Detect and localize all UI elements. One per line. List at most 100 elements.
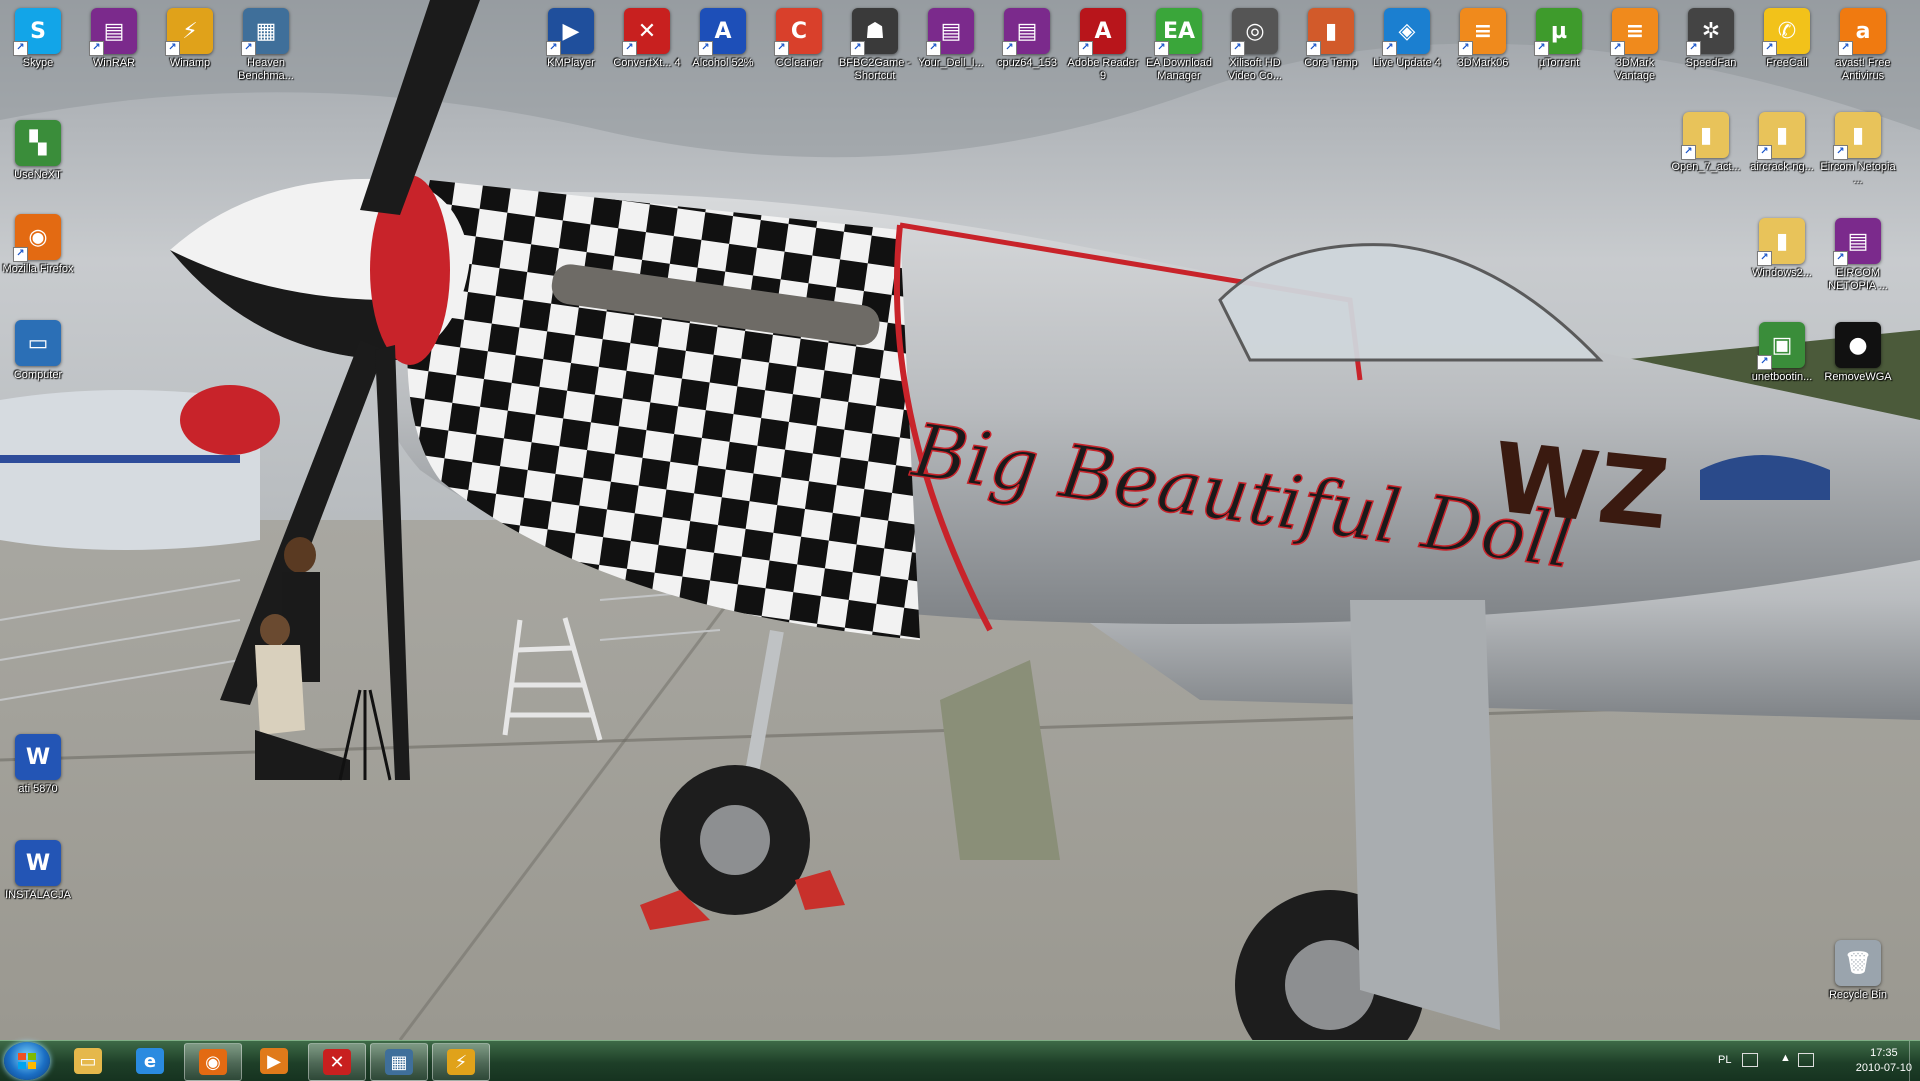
desktop-icon-open-7-act[interactable]: ▮ ↗ Open_7_act... [1668, 112, 1744, 174]
shortcut-arrow-icon: ↗ [1382, 41, 1397, 56]
shortcut-arrow-icon: ↗ [165, 41, 180, 56]
internet-explorer-icon: e [136, 1048, 164, 1074]
language-indicator[interactable]: PL [1718, 1054, 1731, 1066]
winamp-icon: ⚡ ↗ [165, 8, 213, 56]
desktop-icon-avast-free-antivirus[interactable]: a ↗ avast! Free Antivirus [1825, 8, 1901, 83]
shortcut-arrow-icon: ↗ [1534, 41, 1549, 56]
desktop-icon-torrent[interactable]: µ ↗ µTorrent [1521, 8, 1597, 70]
clock[interactable]: 17:35 2010-07-10 [1856, 1046, 1912, 1076]
desktop-icon-eircom-netopia[interactable]: ▮ ↗ Eircom Netopia ... [1820, 112, 1896, 187]
shortcut-arrow-icon: ↗ [1681, 145, 1696, 160]
desktop-icon-label: Recycle Bin [1828, 989, 1888, 1001]
3dmark-vantage-icon: ≡ ↗ [1610, 8, 1658, 56]
network-icon[interactable] [1798, 1053, 1814, 1067]
desktop-icon-label: WinRAR [92, 57, 136, 69]
desktop-icon-3dmark-vantage[interactable]: ≡ ↗ 3DMark Vantage [1597, 8, 1673, 83]
desktop-icon-core-temp[interactable]: ▮ ↗ Core Temp [1293, 8, 1369, 70]
shortcut-arrow-icon: ↗ [1757, 145, 1772, 160]
desktop-icon-label: CCleaner [775, 57, 823, 69]
desktop-icon-heaven-benchma[interactable]: ▦ ↗ Heaven Benchma... [228, 8, 304, 83]
desktop-icon-ati-5870[interactable]: Wati 5870 [0, 734, 76, 796]
desktop-icon-instalacja[interactable]: W INSTALACJA [0, 840, 76, 902]
desktop-icon-computer[interactable]: ▭ Computer [0, 320, 76, 382]
torrent-icon: µ ↗ [1534, 8, 1582, 56]
shortcut-arrow-icon: ↗ [1762, 41, 1777, 56]
fuselage-code: WZ [1488, 421, 1674, 551]
desktop-icon-3dmark06[interactable]: ≡ ↗ 3DMark06 [1445, 8, 1521, 70]
show-desktop-button[interactable] [1909, 1041, 1920, 1081]
computer-icon: ▭ [15, 320, 61, 366]
start-button[interactable] [4, 1042, 50, 1080]
clock-date: 2010-07-10 [1855, 1062, 1912, 1074]
ati-5870-icon: W [15, 734, 61, 780]
desktop-icon-label: Heaven Benchma... [238, 57, 294, 82]
desktop-icon-aircrack-ng[interactable]: ▮ ↗ aircrack-ng... [1744, 112, 1820, 174]
show-hidden-icons-chevron-up-icon[interactable]: ▲ [1780, 1052, 1791, 1064]
desktop-icon-speedfan[interactable]: ✲ ↗ SpeedFan [1673, 8, 1749, 70]
shortcut-arrow-icon: ↗ [1757, 251, 1772, 266]
desktop-icon-label: BFBC2Game - Shortcut [838, 57, 912, 82]
desktop-wallpaper: Big Beautiful Doll WZ [0, 0, 1920, 1040]
speedfan-icon: ✲ ↗ [1686, 8, 1734, 56]
3dmark06-icon: ≡ ↗ [1458, 8, 1506, 56]
adobe-reader-9-icon: A ↗ [1078, 8, 1126, 56]
shortcut-arrow-icon: ↗ [1833, 251, 1848, 266]
taskbar-button-convertxtodvd[interactable]: ✕ [308, 1043, 366, 1081]
desktop-icon-xilisoft-hd-video-co[interactable]: ◎ ↗ Xilisoft HD Video Co... [1217, 8, 1293, 83]
taskbar-button-media-player[interactable]: ▶ [246, 1043, 302, 1079]
shortcut-arrow-icon: ↗ [1610, 41, 1625, 56]
keyboard-icon[interactable] [1742, 1053, 1758, 1067]
taskbar-button-explorer[interactable]: ▭ [60, 1043, 116, 1079]
desktop-icon-label: FreeCall [1766, 57, 1808, 69]
desktop-icon-unetbootin[interactable]: ▣ ↗ unetbootin... [1744, 322, 1820, 384]
desktop-icon-label: Computer [13, 369, 63, 381]
windows2-icon: ▮ ↗ [1757, 218, 1805, 266]
shortcut-arrow-icon: ↗ [89, 41, 104, 56]
shortcut-arrow-icon: ↗ [1838, 41, 1853, 56]
unetbootin-icon: ▣ ↗ [1757, 322, 1805, 370]
desktop-icon-live-update-4[interactable]: ◈ ↗ Live Update 4 [1369, 8, 1445, 70]
shortcut-arrow-icon: ↗ [1002, 41, 1017, 56]
desktop-icon-convertxt-4[interactable]: ✕ ↗ ConvertXt... 4 [609, 8, 685, 70]
heaven-benchma-icon: ▦ ↗ [241, 8, 289, 56]
desktop-icon-label: RemoveWGA [1824, 371, 1892, 383]
desktop-icon-label: INSTALACJA [5, 889, 71, 901]
desktop-icon-recycle-bin[interactable]: 🗑 Recycle Bin [1820, 940, 1896, 1002]
desktop-icon-adobe-reader-9[interactable]: A ↗ Adobe Reader 9 [1065, 8, 1141, 83]
desktop-icon-label: Winamp [169, 57, 211, 69]
desktop-icon-windows2[interactable]: ▮ ↗ Windows2... [1744, 218, 1820, 280]
desktop-icon-label: Alcohol 52% [692, 57, 754, 69]
desktop-icon-freecall[interactable]: ✆ ↗ FreeCall [1749, 8, 1825, 70]
media-player-icon: ▶ [260, 1048, 288, 1074]
desktop-icon-label: Windows2... [1752, 267, 1812, 279]
desktop-icon-alcohol-52[interactable]: A ↗ Alcohol 52% [685, 8, 761, 70]
desktop-icon-removewga[interactable]: ● RemoveWGA [1820, 322, 1896, 384]
desktop-icon-kmplayer[interactable]: ▶ ↗ KMPlayer [533, 8, 609, 70]
desktop-icon-winrar[interactable]: ▤ ↗ WinRAR [76, 8, 152, 70]
desktop-icon-bfbc2game-shortcut[interactable]: ☗ ↗ BFBC2Game - Shortcut [837, 8, 913, 83]
shortcut-arrow-icon: ↗ [1757, 355, 1772, 370]
desktop-icon-label: unetbootin... [1751, 371, 1813, 383]
eircom-netopia-icon: ▮ ↗ [1833, 112, 1881, 160]
desktop-icon-label: SpeedFan [1685, 57, 1737, 69]
desktop-icon-ea-download-manager[interactable]: EA ↗ EA Download Manager [1141, 8, 1217, 83]
taskbar-button-heaven-benchmark[interactable]: ▦ [370, 1043, 428, 1081]
firefox-icon: ◉ [199, 1049, 227, 1075]
open-7-act-icon: ▮ ↗ [1681, 112, 1729, 160]
alcohol-52-icon: A ↗ [698, 8, 746, 56]
desktop-icon-winamp[interactable]: ⚡ ↗ Winamp [152, 8, 228, 70]
shortcut-arrow-icon: ↗ [13, 247, 28, 262]
desktop-icon-usenext[interactable]: ▚ UseNeXT [0, 120, 76, 182]
desktop-icon-eircom-netopia[interactable]: ▤ ↗ EIRCOM NETOPIA ... [1820, 218, 1896, 293]
desktop-icon-skype[interactable]: S ↗ Skype [0, 8, 76, 70]
instalacja-icon: W [15, 840, 61, 886]
desktop-icon-label: Eircom Netopia ... [1820, 161, 1896, 186]
desktop-icon-cpuz64-153[interactable]: ▤ ↗ cpuz64_153 [989, 8, 1065, 70]
desktop-icon-ccleaner[interactable]: C ↗ CCleaner [761, 8, 837, 70]
taskbar-button-winamp[interactable]: ⚡ [432, 1043, 490, 1081]
taskbar-button-firefox[interactable]: ◉ [184, 1043, 242, 1081]
desktop-icon-your-dell-i[interactable]: ▤ ↗ Your_Dell_I... [913, 8, 989, 70]
taskbar-button-internet-explorer[interactable]: e [122, 1043, 178, 1079]
desktop-icon-label: µTorrent [1538, 57, 1580, 69]
desktop-icon-mozilla-firefox[interactable]: ◉ ↗ Mozilla Firefox [0, 214, 76, 276]
